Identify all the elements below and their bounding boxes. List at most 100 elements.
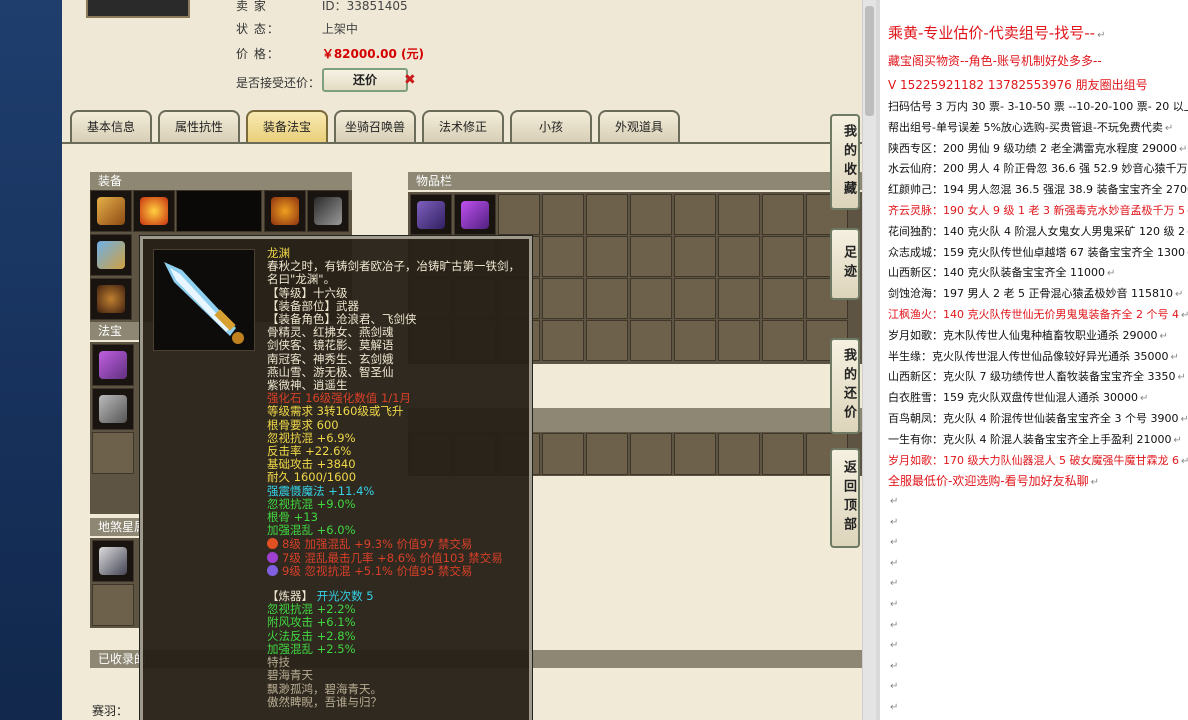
inventory-slot[interactable] — [542, 278, 584, 319]
counter-row: 是否接受还价： — [236, 74, 320, 91]
inventory-slot[interactable] — [498, 194, 540, 235]
doc-line: 众志成城：159 克火队传世仙卓越塔 67 装备宝宝齐全 1300↵ — [888, 245, 1188, 259]
gem-line-3: 9级 忽视抗混 +5.1% 价值95 禁交易 — [267, 564, 529, 578]
inventory-slot[interactable] — [586, 278, 628, 319]
inventory-slot[interactable] — [674, 320, 716, 361]
inventory-slot[interactable] — [674, 236, 716, 277]
doc-line: 一生有你：克火队 4 阶混人装备宝宝齐全上手盈利 21000 ↵ — [888, 432, 1182, 446]
status-value: 上架中 — [321, 22, 358, 36]
inventory-slot[interactable] — [586, 194, 628, 235]
forge-4: 加强混乱 +2.5% — [267, 641, 356, 656]
inventory-slot[interactable] — [542, 194, 584, 235]
seller-row: 卖 家 ID：33851405 — [236, 0, 408, 14]
inventory-slot[interactable] — [718, 194, 760, 235]
doc-line: 白衣胜雪：159 克火队双盘传世仙混人通杀 30000 ↵ — [888, 391, 1149, 405]
inventory-header: 物品栏 — [408, 172, 862, 190]
gem-icon — [267, 564, 278, 576]
inventory-slot[interactable] — [674, 278, 716, 319]
inventory-slot[interactable] — [762, 433, 804, 475]
my-offers-button[interactable]: 我的还价 — [830, 338, 860, 434]
doc-empty-line: ↵ — [890, 660, 899, 672]
inventory-slot[interactable] — [630, 194, 672, 235]
tab-attributes[interactable]: 属性抗性 — [158, 110, 240, 142]
item-tooltip: 龙渊 春秋之时，有铸剑者欧冶子，冶铸旷古第一铁剑，名曰"龙渊"。 【等级】十六级… — [140, 236, 532, 720]
inventory-slot[interactable] — [718, 278, 760, 319]
inventory-slot[interactable] — [586, 433, 628, 475]
doc-line: 红颜帅己：194 男人忽混 36.5 强混 38.9 装备宝宝齐全 2700↵ — [888, 183, 1188, 197]
doc-line: 江枫渔火：140 克火队传世仙无价男鬼鬼装备齐全 2 个号 4 ↵ — [888, 308, 1188, 321]
doc-empty-line: ↵ — [890, 681, 899, 693]
tab-basic-info[interactable]: 基本信息 — [70, 110, 152, 142]
status-label: 状 态： — [236, 22, 280, 36]
inventory-slot[interactable] — [542, 320, 584, 361]
inventory-slot[interactable] — [674, 433, 716, 475]
earth-star-slot[interactable] — [92, 584, 134, 626]
inventory-slot[interactable] — [586, 236, 628, 277]
equip-slot[interactable] — [307, 190, 349, 232]
forge-2: 附风攻击 +6.1% — [267, 615, 356, 630]
footprints-button[interactable]: 足迹 — [830, 228, 860, 300]
equip-slot[interactable] — [90, 190, 132, 232]
inventory-slot[interactable] — [542, 433, 584, 475]
doc-line: 岁月如歌：170 级大力队仙器混人 5 破女魔强牛魔甘霖龙 6 ↵ — [888, 453, 1188, 467]
price-label: 价 格： — [236, 47, 280, 61]
equip-slot[interactable] — [90, 234, 132, 276]
tab-spell-mods[interactable]: 法术修正 — [422, 110, 504, 142]
scrollbar-thumb[interactable] — [865, 6, 874, 116]
tab-mounts[interactable]: 坐骑召唤兽 — [334, 110, 416, 142]
desktop-background — [0, 0, 62, 720]
tab-appearance[interactable]: 外观道具 — [598, 110, 680, 142]
my-favorites-button[interactable]: 我的收藏 — [830, 114, 860, 210]
doc-line: 帮出组号-单号误差 5%放心选购-买贵管退-不玩免费代卖 ↵ — [888, 120, 1174, 134]
special-1: 碧海青天 — [267, 668, 313, 683]
inventory-slot[interactable] — [454, 194, 496, 235]
inventory-slot[interactable] — [718, 433, 760, 475]
doc-empty-line: ↵ — [890, 640, 899, 652]
counter-offer-button[interactable]: 还价 — [322, 68, 408, 92]
doc-line: 扫码估号 3 万内 30 票- 3-10-50 票 --10-20-100 票-… — [888, 100, 1188, 113]
doc-line: 水云仙府：200 男人 4 阶正骨忽 36.6 强 52.9 妙音心猿千万↵ — [888, 162, 1188, 176]
treasure-slot[interactable] — [92, 344, 134, 386]
counter-label: 是否接受还价： — [236, 76, 321, 90]
earth-star-header: 地煞星属 — [90, 518, 140, 536]
equip-slot[interactable] — [264, 190, 306, 232]
tab-children[interactable]: 小孩 — [510, 110, 592, 142]
inventory-slot[interactable] — [630, 433, 672, 475]
doc-line: 百鸟朝凤：克火队 4 阶混传世仙装备宝宝齐全 3 个号 3900 ↵ — [888, 412, 1188, 425]
stat-4: 耐久 1600/1600 — [267, 470, 357, 485]
treasure-slot[interactable] — [92, 388, 134, 430]
item-roles-4: 南冠客、神秀生、玄剑娥 — [267, 351, 394, 366]
inventory-slot[interactable] — [630, 320, 672, 361]
equip-slot[interactable] — [90, 278, 132, 320]
inventory-slot[interactable] — [586, 320, 628, 361]
inventory-slot[interactable] — [762, 236, 804, 277]
bonus-1: 强震慑魔法 +11.4% — [267, 483, 375, 498]
earth-star-slot[interactable] — [92, 540, 134, 582]
weapon-image — [153, 249, 255, 351]
inventory-slot[interactable] — [718, 236, 760, 277]
doc-line: 剑蚀沧海：197 男人 2 老 5 正骨混心猿孟极妙音 115810 ↵ — [888, 287, 1184, 301]
doc-footer: 全服最低价-欢迎选购-看号加好友私聊 ↵ — [888, 474, 1100, 488]
doc-subtitle-2: V 15225921182 13782553976 朋友圈出组号 — [888, 78, 1148, 92]
bonus-4: 加强混乱 +6.0% — [267, 523, 356, 538]
equip-slot[interactable] — [176, 190, 262, 232]
status-row: 状 态： 上架中 — [236, 20, 358, 37]
inventory-slot[interactable] — [762, 194, 804, 235]
inventory-slot[interactable] — [762, 320, 804, 361]
inventory-slot[interactable] — [410, 194, 452, 235]
item-req-level: 等级需求 3转160级或飞升 — [267, 404, 404, 419]
doc-line: 齐云灵脉：190 女人 9 级 1 老 3 新强毒克水妙音孟极千万 5↵ — [888, 204, 1188, 217]
inventory-slot[interactable] — [674, 194, 716, 235]
inventory-slot[interactable] — [762, 278, 804, 319]
inventory-slot[interactable] — [542, 236, 584, 277]
inventory-slot[interactable] — [630, 236, 672, 277]
close-icon[interactable]: ✖ — [404, 72, 416, 88]
scrollbar[interactable] — [862, 0, 876, 720]
treasure-slot[interactable] — [92, 432, 134, 474]
inventory-slot[interactable] — [630, 278, 672, 319]
doc-line: 陕西专区：200 男仙 9 级功绩 2 老全满雷克水程度 29000 ↵ — [888, 141, 1188, 155]
inventory-slot[interactable] — [718, 320, 760, 361]
equip-slot[interactable] — [133, 190, 175, 232]
tab-equipment[interactable]: 装备法宝 — [246, 110, 328, 142]
back-to-top-button[interactable]: 返回顶部 — [830, 448, 860, 548]
